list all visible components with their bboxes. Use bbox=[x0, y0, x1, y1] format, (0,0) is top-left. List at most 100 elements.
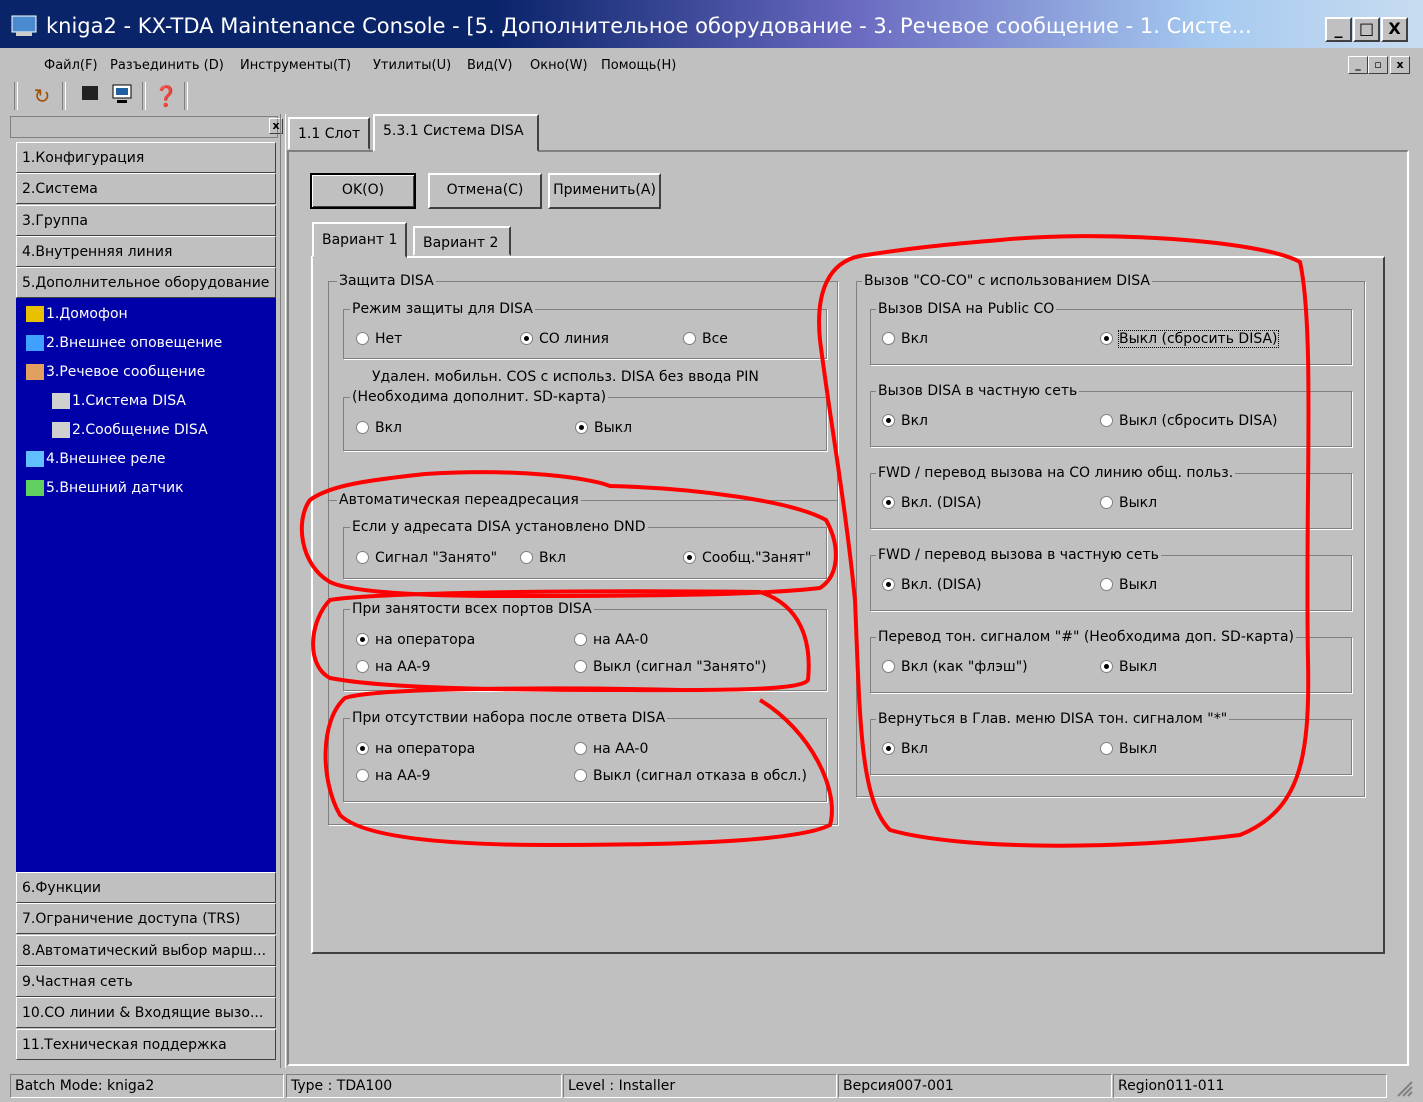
radio-fwdco-on[interactable]: Вкл. (DISA) bbox=[882, 495, 981, 511]
radio-circle bbox=[574, 769, 587, 782]
radio-busy-off[interactable]: Выкл (сигнал "Занято") bbox=[574, 659, 766, 675]
tab-slot[interactable]: 1.1 Слот bbox=[288, 117, 371, 150]
group-title: Режим защиты для DISA bbox=[350, 301, 535, 317]
disa-message-icon bbox=[52, 422, 70, 438]
radio-nodial-operator[interactable]: на оператора bbox=[356, 741, 475, 757]
radio-fwdpriv-off[interactable]: Выкл bbox=[1100, 577, 1157, 593]
radio-mode-all[interactable]: Все bbox=[683, 331, 728, 347]
radio-circle bbox=[520, 551, 533, 564]
tree-item-external-pager[interactable]: 2.Внешнее оповещение bbox=[26, 335, 222, 351]
radio-dnd-busy-message[interactable]: Сообщ."Занят" bbox=[683, 550, 811, 566]
menu-disconnect[interactable]: Разъединить (D) bbox=[110, 58, 224, 73]
radio-mobile-on[interactable]: Вкл bbox=[356, 420, 402, 436]
radio-public-off[interactable]: Выкл (сбросить DISA) bbox=[1100, 330, 1279, 348]
nav-item-co-lines[interactable]: 10.CO линии & Входящие вызо... bbox=[16, 997, 276, 1028]
nav-item-group[interactable]: 3.Группа bbox=[16, 205, 276, 236]
radio-public-on[interactable]: Вкл bbox=[882, 331, 928, 347]
radio-circle bbox=[882, 332, 895, 345]
status-type: Type : TDA100 bbox=[286, 1074, 562, 1098]
status-batch: Batch Mode: kniga2 bbox=[10, 1074, 284, 1098]
radio-circle bbox=[356, 742, 369, 755]
radio-circle bbox=[356, 551, 369, 564]
radio-circle bbox=[1100, 414, 1113, 427]
maximize-button[interactable]: □ bbox=[1353, 17, 1380, 42]
radio-star-on[interactable]: Вкл bbox=[882, 741, 928, 757]
nav-item-ars[interactable]: 8.Автоматический выбор марш... bbox=[16, 935, 276, 966]
menu-tools[interactable]: Инструменты(T) bbox=[240, 58, 351, 73]
tab-variant-2[interactable]: Вариант 2 bbox=[413, 226, 511, 256]
monitor-icon[interactable] bbox=[108, 82, 136, 110]
nav-item-trs[interactable]: 7.Ограничение доступа (TRS) bbox=[16, 903, 276, 934]
nav-item-private-network[interactable]: 9.Частная сеть bbox=[16, 966, 276, 997]
menu-file[interactable]: Файл(F) bbox=[44, 58, 98, 73]
radio-fwdpriv-on[interactable]: Вкл. (DISA) bbox=[882, 577, 981, 593]
close-button[interactable]: X bbox=[1381, 17, 1408, 42]
nav-item-extension[interactable]: 4.Внутренняя линия bbox=[16, 236, 276, 267]
radio-circle bbox=[882, 496, 895, 509]
nav-item-maintenance[interactable]: 11.Техническая поддержка bbox=[16, 1029, 276, 1060]
radio-mode-co[interactable]: CO линия bbox=[520, 331, 609, 347]
resize-grip-icon[interactable] bbox=[1392, 1076, 1414, 1098]
radio-nodial-off[interactable]: Выкл (сигнал отказа в обсл.) bbox=[574, 768, 807, 784]
nav-item-configuration[interactable]: 1.Конфигурация bbox=[16, 142, 276, 173]
minimize-button[interactable]: _ bbox=[1325, 17, 1352, 42]
nav-item-features[interactable]: 6.Функции bbox=[16, 872, 276, 903]
radio-mode-none[interactable]: Нет bbox=[356, 331, 402, 347]
tree-item-doorphone[interactable]: 1.Домофон bbox=[26, 306, 128, 322]
tree-item-external-sensor[interactable]: 5.Внешний датчик bbox=[26, 480, 184, 496]
tab-disa-system[interactable]: 5.3.1 Система DISA bbox=[373, 114, 539, 152]
radio-busy-operator[interactable]: на оператора bbox=[356, 632, 475, 648]
tree-item-disa-system[interactable]: 1.Система DISA bbox=[52, 393, 186, 409]
radio-busy-aa0[interactable]: на AA-0 bbox=[574, 632, 648, 648]
mdi-minimize-button[interactable]: _ bbox=[1348, 56, 1368, 74]
apply-button[interactable]: Применить(A) bbox=[548, 173, 661, 209]
menu-window[interactable]: Окно(W) bbox=[530, 58, 588, 73]
radio-circle bbox=[574, 742, 587, 755]
tree-item-external-relay[interactable]: 4.Внешнее реле bbox=[26, 451, 165, 467]
splitter[interactable] bbox=[280, 114, 286, 1068]
radio-circle bbox=[882, 742, 895, 755]
mobile-cos-label: Удален. мобильн. COS с использ. DISA без… bbox=[372, 369, 759, 385]
group-title: FWD / перевод вызова на CO линию общ. по… bbox=[876, 465, 1236, 481]
nav-item-optional-device[interactable]: 5.Дополнительное оборудование bbox=[16, 267, 276, 298]
radio-mobile-off[interactable]: Выкл bbox=[575, 420, 632, 436]
radio-circle bbox=[356, 660, 369, 673]
radio-hash-off[interactable]: Выкл bbox=[1100, 659, 1157, 675]
radio-nodial-aa0[interactable]: на AA-0 bbox=[574, 741, 648, 757]
tree-item-disa-message[interactable]: 2.Сообщение DISA bbox=[52, 422, 208, 438]
app-icon bbox=[10, 12, 40, 38]
tab-variant-1[interactable]: Вариант 1 bbox=[312, 222, 408, 258]
group-title: (Необходима дополнит. SD-карта) bbox=[350, 389, 609, 405]
menu-help[interactable]: Помощь(H) bbox=[601, 58, 676, 73]
menu-utilities[interactable]: Утилиты(U) bbox=[373, 58, 451, 73]
help-icon[interactable]: ❓ bbox=[152, 82, 180, 110]
nav-item-system[interactable]: 2.Система bbox=[16, 173, 276, 204]
cancel-button[interactable]: Отмена(C) bbox=[428, 173, 542, 209]
radio-circle bbox=[882, 414, 895, 427]
radio-dnd-busy-tone[interactable]: Сигнал "Занято" bbox=[356, 550, 497, 566]
radio-circle bbox=[356, 332, 369, 345]
status-region: Region011-011 bbox=[1113, 1074, 1387, 1098]
radio-circle bbox=[356, 633, 369, 646]
radio-private-off[interactable]: Выкл (сбросить DISA) bbox=[1100, 413, 1278, 429]
radio-hash-on[interactable]: Вкл (как "флэш") bbox=[882, 659, 1028, 675]
radio-private-on[interactable]: Вкл bbox=[882, 413, 928, 429]
menu-view[interactable]: Вид(V) bbox=[467, 58, 512, 73]
ok-button[interactable]: OK(O) bbox=[310, 173, 416, 209]
connect-icon[interactable]: ↻ bbox=[28, 82, 56, 110]
radio-busy-aa9[interactable]: на AA-9 bbox=[356, 659, 430, 675]
disconnect-icon[interactable] bbox=[76, 82, 104, 110]
toolbar-separator bbox=[62, 82, 66, 110]
radio-star-off[interactable]: Выкл bbox=[1100, 741, 1157, 757]
radio-circle bbox=[1100, 578, 1113, 591]
radio-circle bbox=[356, 421, 369, 434]
radio-dnd-on[interactable]: Вкл bbox=[520, 550, 566, 566]
window-title: kniga2 - KX-TDA Maintenance Console - [5… bbox=[46, 14, 1252, 38]
mdi-close-button[interactable]: x bbox=[1390, 56, 1410, 74]
mdi-restore-button[interactable]: ▫ bbox=[1368, 56, 1388, 74]
radio-nodial-aa9[interactable]: на AA-9 bbox=[356, 768, 430, 784]
group-title: Вызов "CO-CO" с использованием DISA bbox=[862, 273, 1152, 289]
tree-item-voice-message[interactable]: 3.Речевое сообщение bbox=[26, 364, 205, 380]
group-title: FWD / перевод вызова в частную сеть bbox=[876, 547, 1161, 563]
radio-fwdco-off[interactable]: Выкл bbox=[1100, 495, 1157, 511]
